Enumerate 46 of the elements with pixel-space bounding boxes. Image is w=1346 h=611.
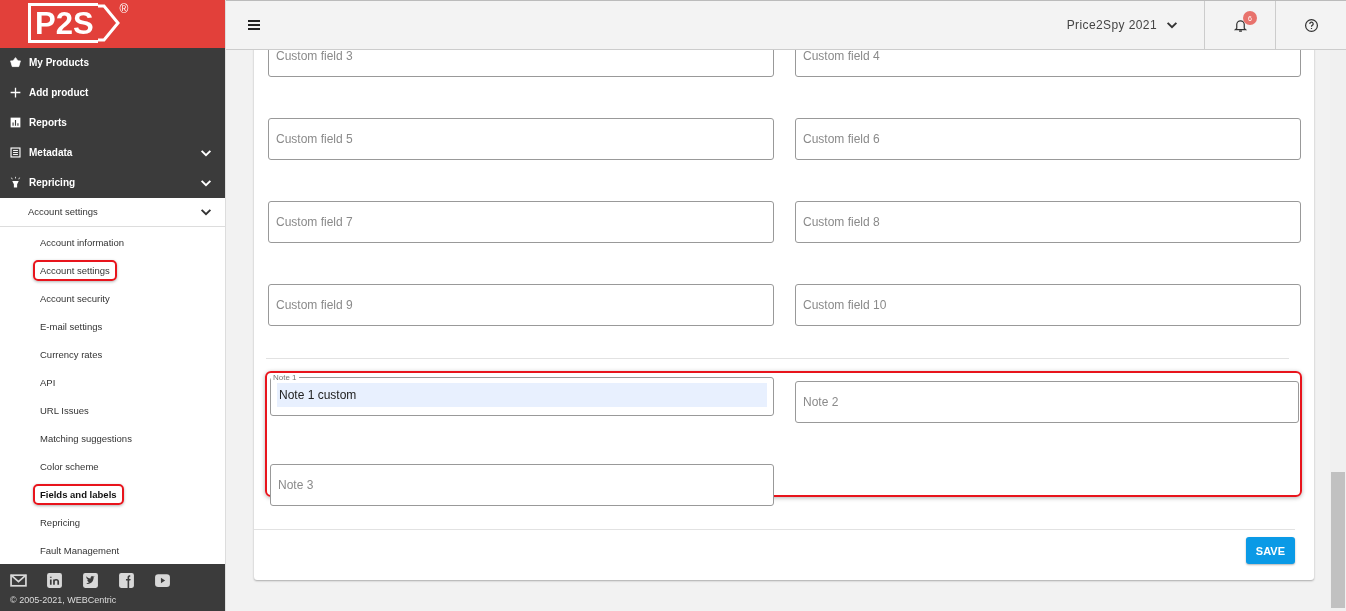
input-field[interactable]: Custom field 5 bbox=[268, 118, 774, 160]
nav-subitem[interactable]: Matching suggestions bbox=[33, 427, 139, 449]
input-field[interactable]: Custom field 8 bbox=[795, 201, 1301, 243]
nav-item[interactable]: Add product bbox=[0, 77, 225, 108]
nav-item[interactable]: Metadata bbox=[0, 137, 225, 168]
input-field[interactable]: Custom field 4 bbox=[795, 50, 1301, 77]
nav-subitem[interactable]: Account information bbox=[33, 231, 131, 253]
plus-icon bbox=[9, 86, 22, 99]
nav-item[interactable]: My Products bbox=[0, 47, 225, 78]
account-dropdown[interactable]: Price2Spy 2021 bbox=[1060, 1, 1204, 49]
text-field[interactable]: Note 1 Note 1 custom bbox=[270, 373, 774, 416]
logo[interactable]: P2S bbox=[28, 3, 98, 43]
copyright-text: © 2005-2021, WEBCentric bbox=[10, 595, 118, 606]
nav-subitem[interactable]: API bbox=[33, 371, 63, 393]
input-field[interactable]: Note 3 bbox=[270, 464, 774, 506]
linkedin-icon[interactable] bbox=[46, 572, 63, 590]
facebook-icon[interactable] bbox=[118, 572, 135, 590]
input-field[interactable]: Custom field 6 bbox=[795, 118, 1301, 160]
input-field[interactable]: Custom field 10 bbox=[795, 284, 1301, 326]
nav-subitem[interactable]: Repricing bbox=[33, 511, 88, 533]
twitter-icon[interactable] bbox=[82, 572, 99, 590]
nav-subitem[interactable]: Fields and labels bbox=[33, 483, 124, 505]
nav-item[interactable]: Reports bbox=[0, 107, 225, 138]
input-field[interactable]: Note 2 bbox=[795, 381, 1299, 423]
input-field[interactable]: Custom field 3 bbox=[268, 50, 774, 77]
nav-subitem[interactable]: Fault Management bbox=[33, 539, 127, 561]
nav-subitem[interactable]: E-mail settings bbox=[33, 315, 110, 337]
nav-subitem[interactable]: Account security bbox=[33, 287, 117, 309]
nav-group[interactable]: Account settings bbox=[0, 197, 225, 228]
help-icon[interactable] bbox=[1303, 17, 1319, 33]
registered-mark: ® bbox=[119, 2, 129, 16]
nav-subitem[interactable]: URL Issues bbox=[33, 399, 96, 421]
youtube-icon[interactable] bbox=[154, 572, 171, 590]
nav-subitem[interactable]: Color scheme bbox=[33, 455, 106, 477]
chart-icon bbox=[9, 116, 22, 129]
list-icon bbox=[9, 146, 22, 159]
mail-icon[interactable] bbox=[10, 572, 27, 590]
basket-icon bbox=[9, 56, 22, 69]
input-field[interactable]: Custom field 7 bbox=[268, 201, 774, 243]
lamp-icon bbox=[9, 176, 22, 189]
nav-subitem[interactable]: Account settings bbox=[33, 259, 117, 281]
nav-item[interactable]: Repricing bbox=[0, 167, 225, 198]
menu-icon[interactable] bbox=[247, 18, 261, 32]
nav-subitem[interactable]: Currency rates bbox=[33, 343, 110, 365]
notification-bell-icon[interactable] bbox=[1232, 17, 1248, 33]
input-field[interactable]: Custom field 9 bbox=[268, 284, 774, 326]
